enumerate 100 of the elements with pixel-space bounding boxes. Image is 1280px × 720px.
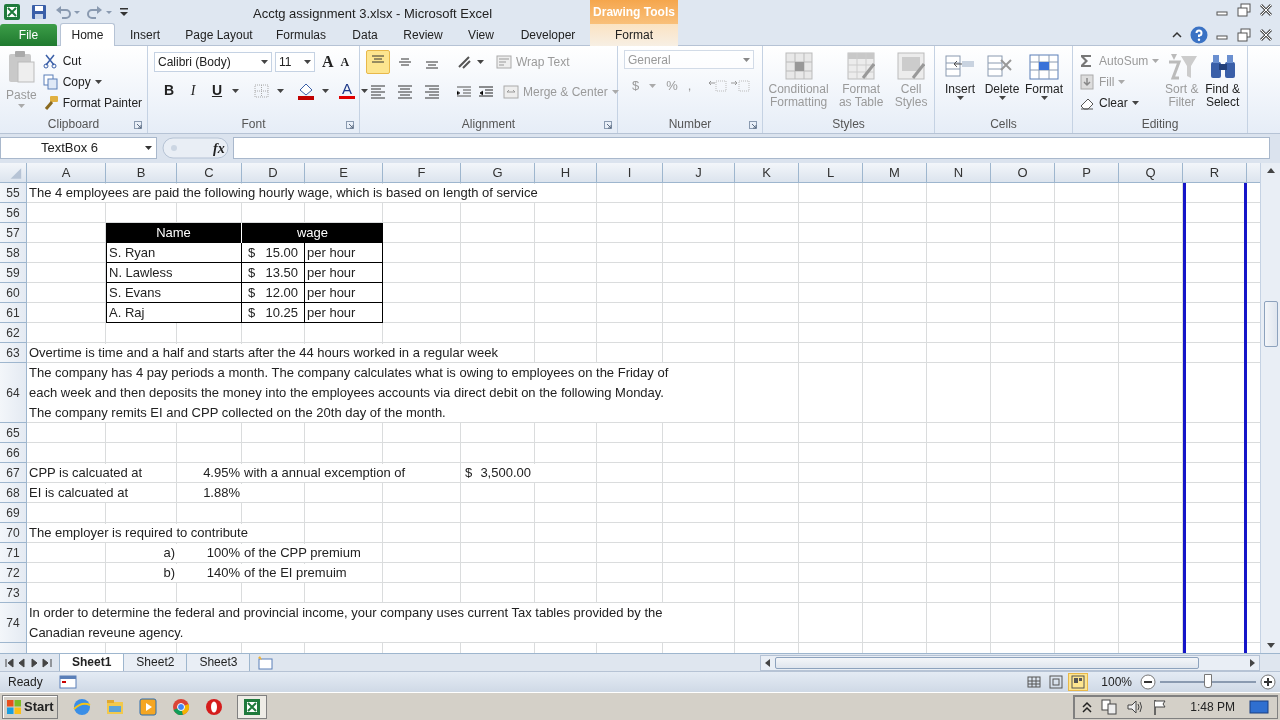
column-header[interactable]: N (927, 163, 991, 182)
insert-function-button[interactable]: fx (213, 137, 225, 159)
ribbon-tab[interactable]: View (455, 24, 507, 46)
customize-toolbar-icon[interactable] (119, 6, 129, 18)
start-button[interactable]: Start (2, 694, 58, 719)
save-icon[interactable] (31, 4, 47, 20)
ribbon-tab[interactable]: File (0, 24, 57, 46)
scroll-thumb[interactable] (1263, 301, 1278, 347)
find-select-button[interactable]: Find & Select (1204, 50, 1241, 117)
row-header[interactable]: 64 (0, 363, 27, 423)
insert-button[interactable]: Insert (941, 50, 979, 117)
close-icon[interactable] (1258, 2, 1274, 18)
dialog-launcher-icon[interactable] (134, 121, 142, 129)
format-painter-button[interactable]: Format Painter (42, 92, 143, 113)
zoom-in-icon[interactable] (1260, 674, 1276, 690)
media-player-icon[interactable] (137, 696, 158, 717)
undo-icon[interactable] (55, 4, 81, 20)
column-header[interactable]: A (27, 163, 106, 182)
column-header[interactable]: E (305, 163, 383, 182)
row-header[interactable]: 69 (0, 503, 27, 523)
scroll-thumb[interactable] (775, 656, 1199, 669)
column-header[interactable]: M (863, 163, 927, 182)
row-header[interactable]: 68 (0, 483, 27, 503)
vertical-scrollbar[interactable] (1260, 163, 1280, 653)
grow-font-button[interactable]: A (322, 50, 334, 74)
row-header[interactable]: 73 (0, 583, 27, 603)
column-header[interactable]: G (461, 163, 535, 182)
restore-icon[interactable] (1236, 27, 1252, 43)
row-header[interactable]: 60 (0, 283, 27, 303)
format-button[interactable]: Format (1025, 50, 1063, 117)
row-header[interactable]: 66 (0, 443, 27, 463)
indent-icons[interactable] (455, 84, 495, 100)
column-header[interactable]: L (799, 163, 863, 182)
shrink-font-button[interactable]: A (340, 53, 350, 71)
dialog-launcher-icon[interactable] (749, 121, 757, 129)
clear-button[interactable]: Clear (1079, 92, 1160, 113)
row-header[interactable]: 72 (0, 563, 27, 583)
ribbon-tab[interactable]: Insert (119, 24, 171, 46)
chrome-browser-icon[interactable] (170, 696, 191, 717)
ribbon-tab[interactable]: Formulas (267, 24, 335, 46)
font-name-dropdown[interactable]: Calibri (Body) (154, 52, 272, 72)
restore-icon[interactable] (1236, 2, 1252, 18)
row-header[interactable]: 70 (0, 523, 27, 543)
flag-icon[interactable] (1152, 697, 1169, 716)
column-header[interactable]: H (535, 163, 597, 182)
column-header[interactable]: Q (1119, 163, 1183, 182)
column-header[interactable]: I (597, 163, 663, 182)
ribbon-tab[interactable]: Page Layout (175, 24, 263, 46)
sheet-tab[interactable]: Sheet2 (123, 653, 188, 672)
column-header[interactable]: J (663, 163, 735, 182)
column-header[interactable]: O (991, 163, 1055, 182)
delete-button[interactable]: Delete (983, 50, 1021, 117)
record-macro-icon[interactable] (58, 675, 77, 689)
name-box[interactable]: TextBox 6 (0, 137, 157, 159)
italic-button[interactable]: I (184, 80, 202, 101)
top-align-button[interactable] (366, 50, 390, 74)
row-header[interactable]: 61 (0, 303, 27, 323)
zoom-slider-thumb[interactable] (1204, 674, 1212, 688)
column-header[interactable]: P (1055, 163, 1119, 182)
column-header[interactable]: R (1183, 163, 1247, 182)
show-hidden-icons-icon[interactable] (1082, 700, 1093, 713)
sheet-tab[interactable]: Sheet1 (59, 653, 125, 672)
horizontal-scrollbar[interactable] (760, 654, 1260, 671)
sheet-tab[interactable]: Sheet3 (186, 653, 251, 672)
fill-color-icon[interactable] (296, 81, 316, 100)
ribbon-tab[interactable]: Home (60, 23, 115, 46)
row-header[interactable]: 63 (0, 343, 27, 363)
show-desktop-icon[interactable] (1249, 698, 1269, 715)
font-size-dropdown[interactable]: 11 (275, 52, 315, 72)
browser-globe-icon[interactable] (71, 696, 92, 717)
ribbon-tab[interactable]: Format (590, 24, 678, 46)
row-header[interactable]: 65 (0, 423, 27, 443)
row-header[interactable]: 74 (0, 603, 27, 643)
underline-button[interactable]: U (208, 80, 226, 101)
cut-button[interactable]: Cut (42, 50, 143, 71)
column-header[interactable]: D (242, 163, 305, 182)
formula-input[interactable] (232, 137, 1270, 159)
redo-icon[interactable] (87, 4, 113, 20)
excel-taskbar-button[interactable] (236, 694, 267, 719)
text-box-outline[interactable] (1183, 183, 1247, 653)
network-icon[interactable] (1100, 697, 1119, 716)
row-header[interactable]: 57 (0, 223, 27, 243)
column-header[interactable]: K (735, 163, 799, 182)
column-header[interactable]: F (383, 163, 461, 182)
ribbon-tab[interactable]: Review (395, 24, 451, 46)
font-color-button[interactable]: A (339, 82, 355, 99)
copy-button[interactable]: Copy (42, 71, 143, 92)
row-header[interactable]: 58 (0, 243, 27, 263)
help-icon[interactable] (1190, 26, 1208, 44)
row-header[interactable]: 59 (0, 263, 27, 283)
zoom-out-icon[interactable] (1140, 674, 1156, 690)
ribbon-tab[interactable]: Developer (511, 24, 585, 46)
bold-button[interactable]: B (160, 80, 178, 101)
dialog-launcher-icon[interactable] (604, 121, 612, 129)
row-header[interactable]: 56 (0, 203, 27, 223)
ribbon-tab[interactable]: Data (339, 24, 391, 46)
page-break-preview-icon[interactable] (1068, 673, 1089, 691)
row-header[interactable]: 67 (0, 463, 27, 483)
close-icon[interactable] (1258, 27, 1274, 43)
column-header[interactable]: C (177, 163, 242, 182)
